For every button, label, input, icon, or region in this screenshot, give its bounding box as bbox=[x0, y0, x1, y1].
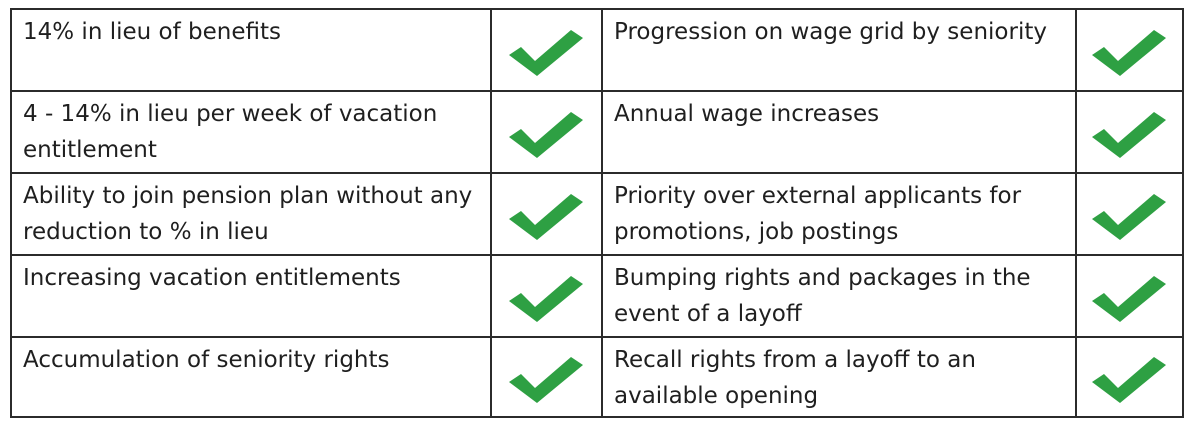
benefit-text: 4 - 14% in lieu per week of vacation ent… bbox=[23, 101, 438, 163]
benefit-text: Priority over external applicants for pr… bbox=[614, 183, 1022, 245]
check-cell bbox=[1074, 8, 1185, 92]
benefit-text: Accumulation of seniority rights bbox=[23, 347, 390, 373]
check-cell bbox=[1074, 254, 1185, 338]
checkmark-icon bbox=[509, 194, 584, 240]
benefit-text: Ability to join pension plan without any… bbox=[23, 183, 473, 245]
checkmark-icon bbox=[1092, 357, 1167, 403]
benefits-table: 14% in lieu of benefits Progression on w… bbox=[10, 8, 1185, 418]
check-cell bbox=[489, 254, 604, 338]
check-cell bbox=[489, 336, 604, 418]
check-cell bbox=[489, 172, 604, 256]
benefit-cell: 4 - 14% in lieu per week of vacation ent… bbox=[10, 90, 492, 174]
benefit-text: Increasing vacation entitlements bbox=[23, 265, 401, 291]
checkmark-icon bbox=[509, 30, 584, 76]
table-row: Ability to join pension plan without any… bbox=[10, 172, 1185, 256]
benefit-cell: Progression on wage grid by seniority bbox=[601, 8, 1077, 92]
benefit-text: Recall rights from a layoff to an availa… bbox=[614, 347, 976, 409]
benefit-cell: Increasing vacation entitlements bbox=[10, 254, 492, 338]
benefit-cell: 14% in lieu of benefits bbox=[10, 8, 492, 92]
table-row: 4 - 14% in lieu per week of vacation ent… bbox=[10, 90, 1185, 174]
benefit-cell: Priority over external applicants for pr… bbox=[601, 172, 1077, 256]
table-row: 14% in lieu of benefits Progression on w… bbox=[10, 8, 1185, 92]
check-cell bbox=[489, 90, 604, 174]
checkmark-icon bbox=[1092, 276, 1167, 322]
benefit-text: Annual wage increases bbox=[614, 101, 880, 127]
check-cell bbox=[1074, 172, 1185, 256]
checkmark-icon bbox=[509, 276, 584, 322]
checkmark-icon bbox=[1092, 194, 1167, 240]
benefit-cell: Annual wage increases bbox=[601, 90, 1077, 174]
benefit-text: Bumping rights and packages in the event… bbox=[614, 265, 1031, 327]
checkmark-icon bbox=[1092, 112, 1167, 158]
checkmark-icon bbox=[1092, 30, 1167, 76]
checkmark-icon bbox=[509, 357, 584, 403]
checkmark-icon bbox=[509, 112, 584, 158]
benefit-text: 14% in lieu of benefits bbox=[23, 19, 281, 45]
benefit-cell: Bumping rights and packages in the event… bbox=[601, 254, 1077, 338]
check-cell bbox=[489, 8, 604, 92]
benefit-cell: Accumulation of seniority rights bbox=[10, 336, 492, 418]
check-cell bbox=[1074, 90, 1185, 174]
table-row: Increasing vacation entitlements Bumping… bbox=[10, 254, 1185, 338]
benefit-text: Progression on wage grid by seniority bbox=[614, 19, 1047, 45]
check-cell bbox=[1074, 336, 1185, 418]
benefit-cell: Ability to join pension plan without any… bbox=[10, 172, 492, 256]
table-row: Accumulation of seniority rights Recall … bbox=[10, 336, 1185, 418]
benefit-cell: Recall rights from a layoff to an availa… bbox=[601, 336, 1077, 418]
